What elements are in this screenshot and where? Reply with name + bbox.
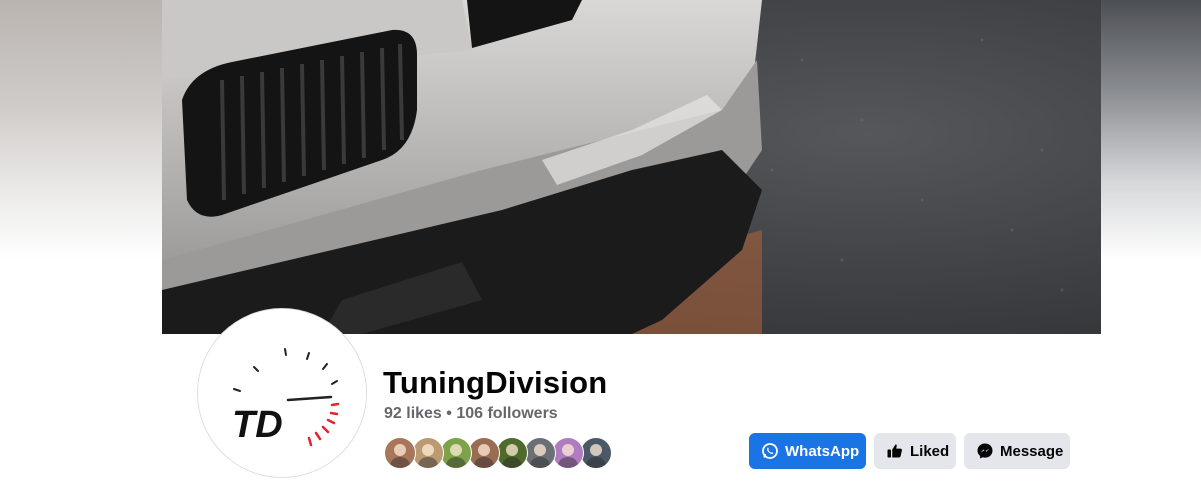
message-button[interactable]: Message [964, 433, 1070, 469]
liked-button-label: Liked [910, 442, 950, 460]
thumbs-up-icon [886, 442, 904, 460]
follower-avatar-6[interactable] [524, 437, 556, 469]
whatsapp-icon [761, 442, 779, 460]
follower-avatar-2[interactable] [412, 437, 444, 469]
follower-avatar-3[interactable] [440, 437, 472, 469]
whatsapp-button-label: WhatsApp [785, 442, 860, 460]
follower-avatar-4[interactable] [468, 437, 500, 469]
follower-avatar-7[interactable] [552, 437, 584, 469]
cover-car-image [162, 0, 1101, 334]
page-title[interactable]: TuningDivision [383, 364, 607, 402]
whatsapp-button[interactable]: WhatsApp [749, 433, 866, 469]
messenger-icon [976, 442, 994, 460]
message-button-label: Message [1000, 442, 1064, 460]
profile-picture[interactable]: TD [198, 309, 366, 477]
logo-text: TD [232, 404, 283, 446]
follower-avatar-1[interactable] [384, 437, 416, 469]
follower-avatar-5[interactable] [496, 437, 528, 469]
likes-followers-count[interactable]: 92 likes • 106 followers [384, 404, 558, 424]
liked-button[interactable]: Liked [874, 433, 956, 469]
background-gradient-right [1100, 0, 1201, 260]
cover-photo[interactable] [162, 0, 1101, 334]
td-logo-icon: TD [198, 309, 366, 477]
follower-avatar-8[interactable] [580, 437, 612, 469]
